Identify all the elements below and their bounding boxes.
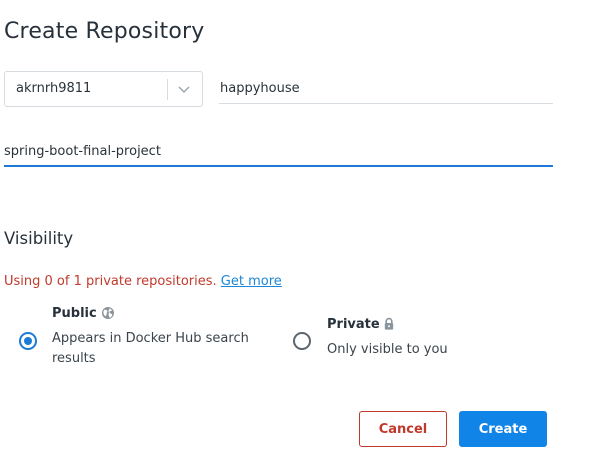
public-radio[interactable] — [19, 332, 37, 350]
radio-selected-dot — [24, 337, 32, 345]
public-label[interactable]: Public — [52, 306, 97, 321]
public-description: Appears in Docker Hub search results — [52, 331, 249, 366]
lock-icon — [384, 317, 394, 330]
create-button[interactable]: Create — [459, 411, 547, 447]
usage-text: Using 0 of 1 private repositories. — [4, 274, 217, 289]
cancel-button[interactable]: Cancel — [359, 411, 447, 447]
globe-icon — [102, 307, 114, 319]
description-input[interactable] — [4, 137, 553, 167]
chevron-down-icon[interactable] — [177, 84, 191, 96]
select-divider — [167, 79, 168, 100]
private-description: Only visible to you — [327, 342, 448, 357]
get-more-link[interactable]: Get more — [221, 274, 282, 289]
private-repo-usage: Using 0 of 1 private repositories. Get m… — [4, 274, 282, 289]
page-title: Create Repository — [4, 19, 205, 44]
visibility-title: Visibility — [4, 229, 74, 248]
private-radio[interactable] — [293, 332, 311, 350]
repository-name-input[interactable] — [219, 74, 553, 104]
namespace-select[interactable]: akrnrh9811 — [4, 71, 203, 107]
namespace-value: akrnrh9811 — [16, 81, 92, 96]
private-label[interactable]: Private — [327, 317, 380, 332]
